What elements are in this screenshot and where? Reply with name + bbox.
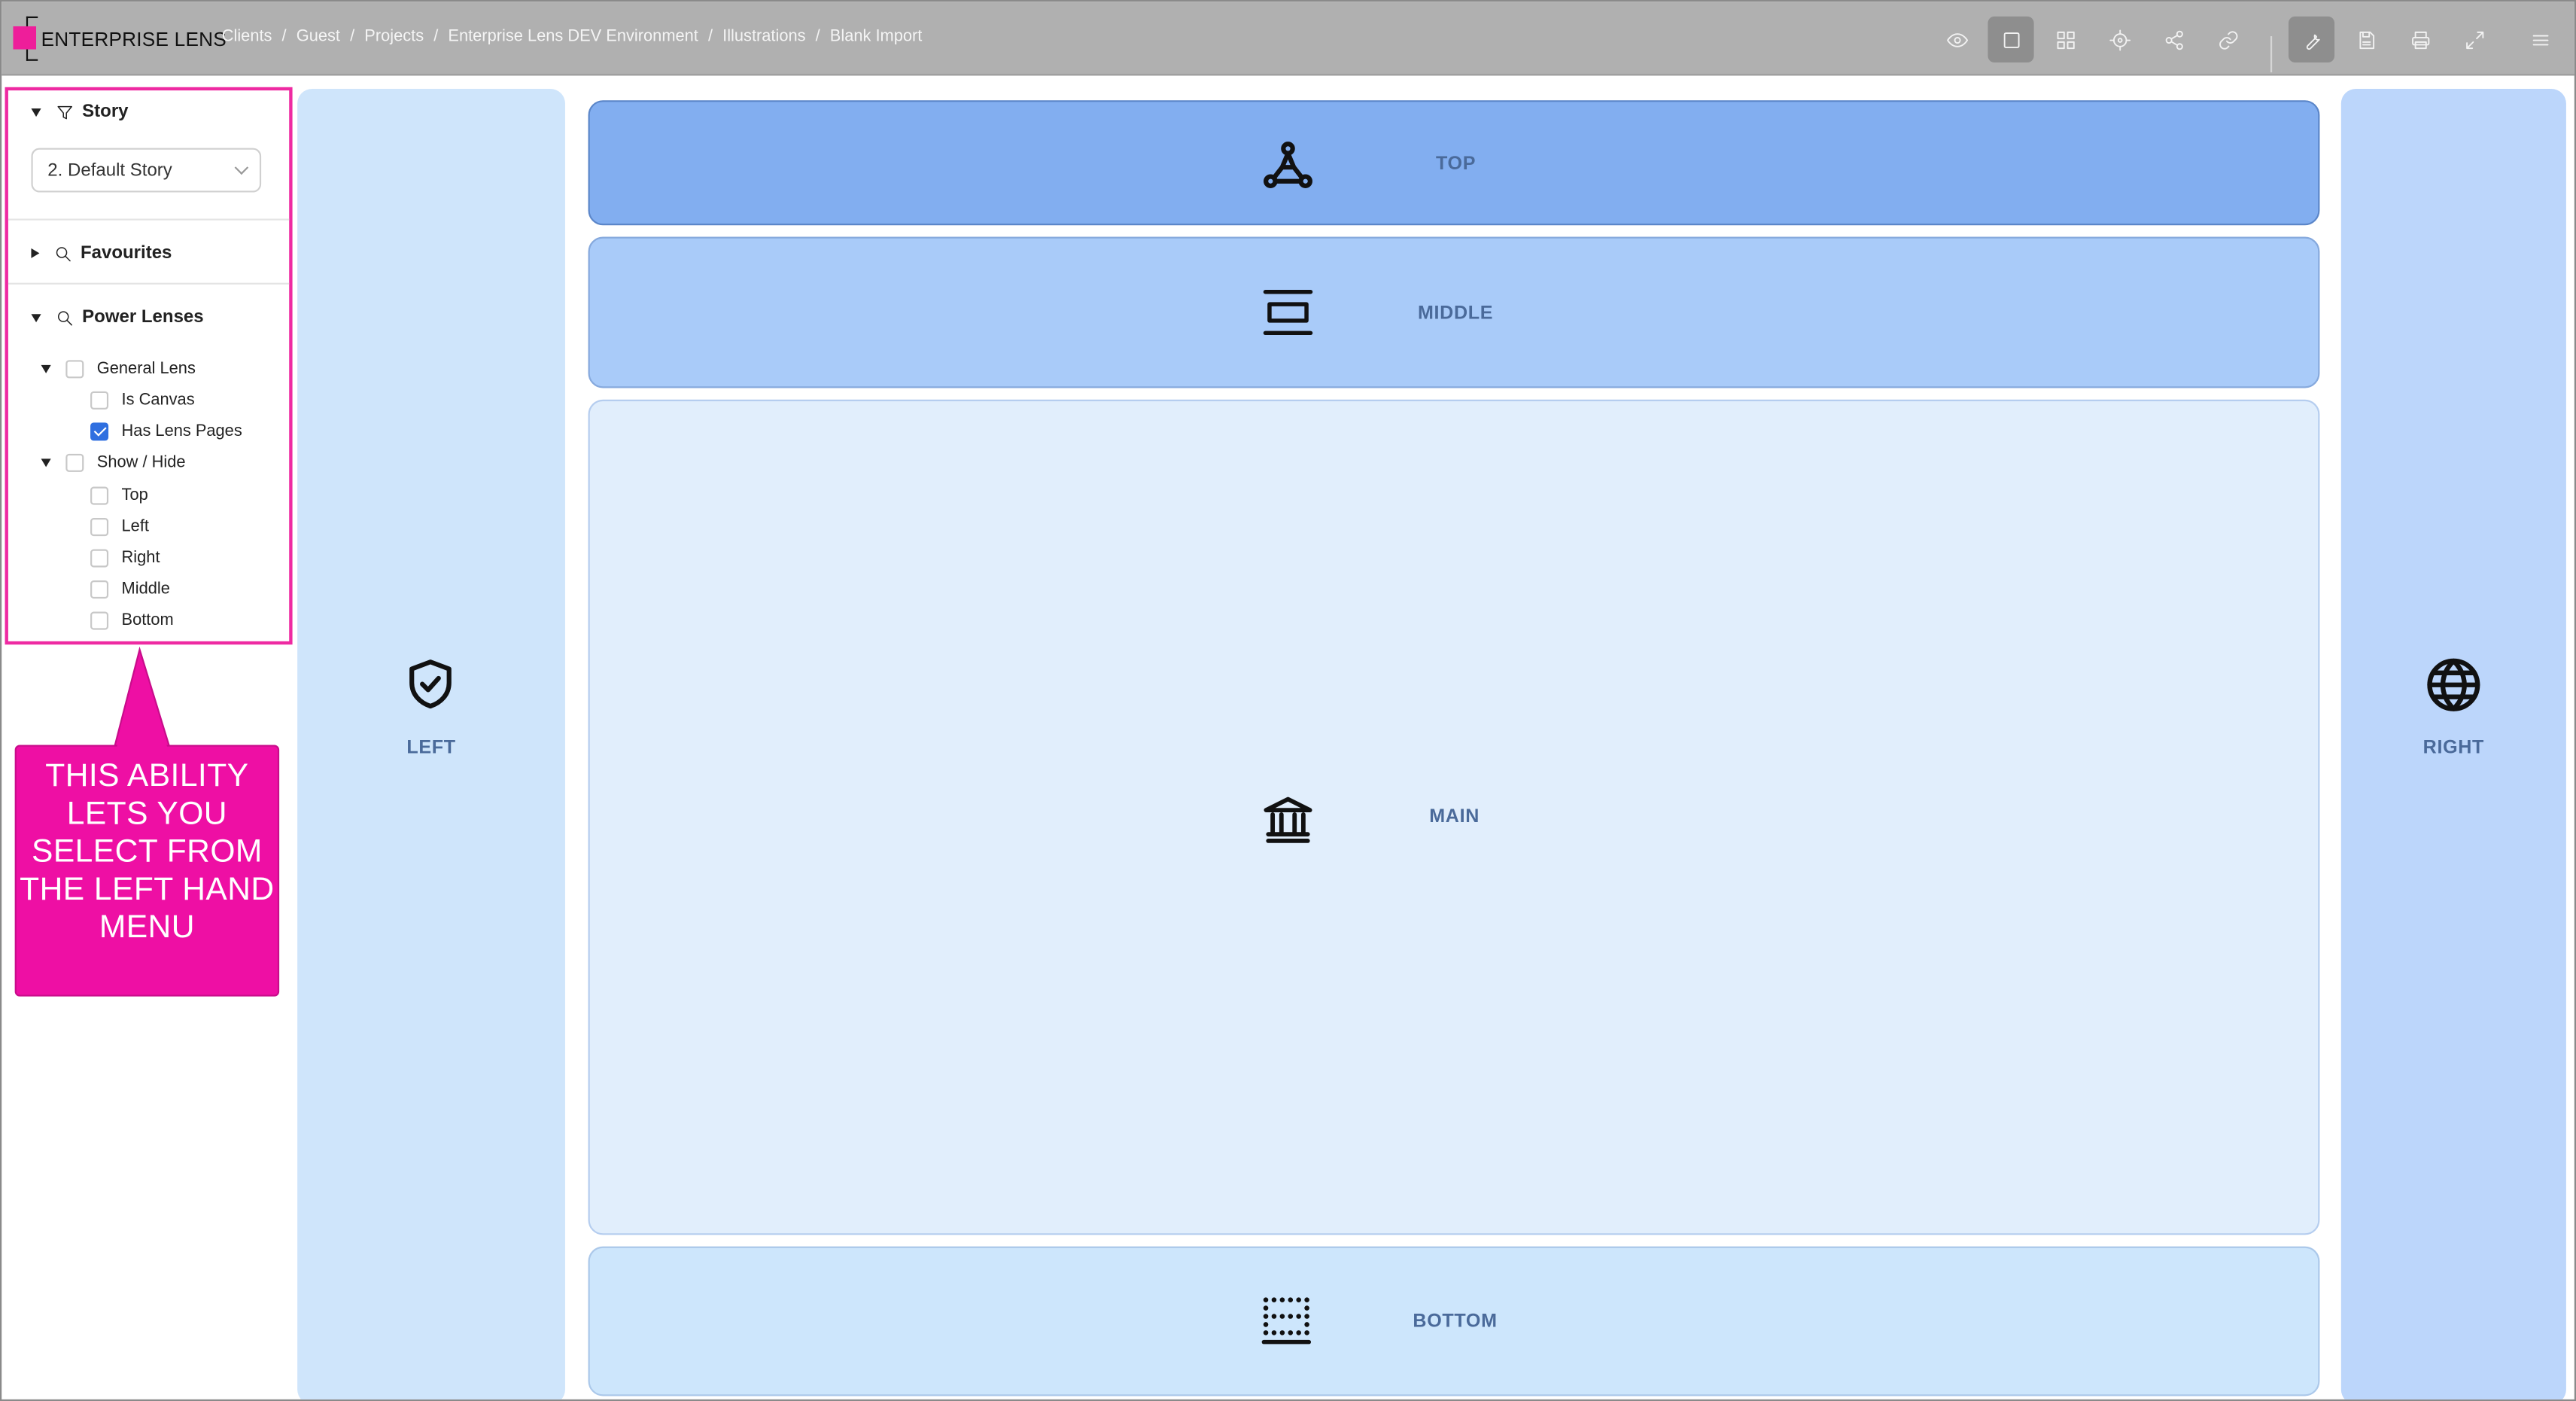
app-window: ENTERPRISE LENS Clients / Guest / Projec… (0, 0, 2576, 1401)
save-button[interactable] (2343, 17, 2389, 62)
focus-button[interactable] (2097, 17, 2143, 62)
panel-middle-label: MIDDLE (1417, 304, 1494, 324)
grid-icon (2056, 30, 2074, 49)
save-icon (2359, 30, 2374, 49)
panel-right-label: RIGHT (2422, 738, 2485, 758)
globe-icon (2425, 656, 2482, 714)
expand-icon (2465, 30, 2483, 49)
panel-main-label: MAIN (1429, 807, 1480, 827)
panel-bottom-label: BOTTOM (1413, 1312, 1498, 1332)
share-button[interactable] (2151, 17, 2197, 62)
dotted-border-bottom-icon (1261, 1296, 1312, 1345)
wrench-icon (2305, 33, 2319, 49)
grid-view-button[interactable] (2042, 17, 2088, 62)
menu-icon (2532, 34, 2548, 45)
view-button[interactable] (1933, 17, 1979, 62)
single-frame-icon (2003, 32, 2019, 47)
print-button[interactable] (2397, 17, 2443, 62)
panel-top-label: TOP (1435, 154, 1477, 175)
panel-main[interactable]: MAIN (588, 399, 2320, 1235)
callout-annotation: THIS ABILITY LETS YOU SELECT FROM THE LE… (14, 745, 280, 997)
panel-top[interactable]: TOP (588, 100, 2320, 226)
panel-bottom[interactable]: BOTTOM (588, 1246, 2320, 1396)
fullscreen-button[interactable] (2451, 17, 2497, 62)
toolbar-divider (2270, 36, 2273, 73)
callout-pointer-join (116, 653, 168, 748)
share-icon (2164, 29, 2182, 50)
link-button[interactable] (2205, 17, 2251, 62)
network-icon (1260, 138, 1315, 193)
bank-icon (1260, 793, 1315, 845)
eye-icon (1946, 32, 1967, 47)
align-center-icon (1260, 288, 1315, 337)
menu-button[interactable] (2517, 17, 2562, 62)
single-view-button[interactable] (1988, 16, 2034, 63)
target-icon (2109, 29, 2130, 50)
shield-check-icon (403, 656, 458, 712)
panel-left-label: LEFT (406, 738, 456, 758)
panel-right[interactable]: RIGHT (2340, 88, 2566, 1399)
print-icon (2411, 30, 2429, 49)
edit-tools-button[interactable] (2288, 16, 2335, 63)
top-bar: ENTERPRISE LENS Clients / Guest / Projec… (2, 2, 2574, 76)
toolbar (2, 16, 2574, 73)
link-icon (2219, 30, 2237, 49)
panel-left[interactable]: LEFT (297, 88, 565, 1399)
panel-middle[interactable]: MIDDLE (588, 236, 2320, 388)
